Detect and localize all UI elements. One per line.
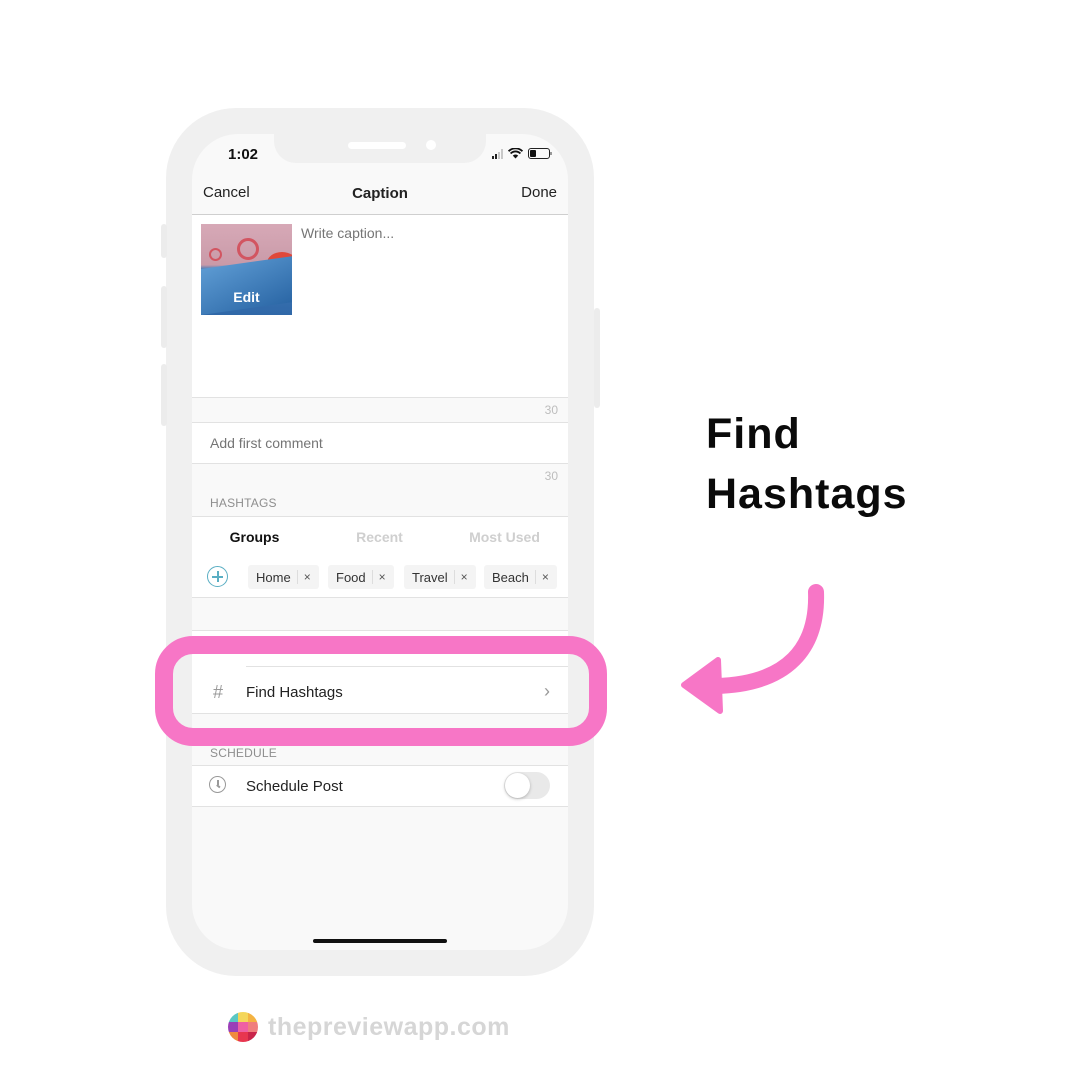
chip-label: Beach <box>492 569 529 585</box>
thumbnail-decor <box>237 238 259 260</box>
first-comment-input[interactable] <box>210 435 530 451</box>
caption-section: Edit <box>192 215 568 398</box>
brand-url[interactable]: thepreviewapp.com <box>268 1013 510 1042</box>
hashtag-group-chip[interactable]: Food × <box>328 565 394 589</box>
callout-title: Find Hashtags <box>706 404 908 524</box>
hashtag-group-chip[interactable]: Beach × <box>484 565 557 589</box>
chip-label: Home <box>256 569 291 585</box>
status-icons <box>492 148 552 159</box>
front-camera <box>426 140 436 150</box>
edit-thumbnail-label: Edit <box>233 289 260 305</box>
status-time: 1:02 <box>228 146 259 163</box>
hashtag-groups-row: Home × Food × Travel × Beach × <box>192 557 568 598</box>
callout-line-1: Find <box>706 410 801 458</box>
post-thumbnail[interactable]: Edit <box>201 224 292 315</box>
schedule-post-row: Schedule Post <box>192 765 568 807</box>
add-group-button[interactable] <box>207 566 228 587</box>
highlight-box <box>155 636 607 746</box>
remove-chip-icon[interactable]: × <box>304 570 311 584</box>
thumbnail-decor <box>209 248 222 261</box>
phone-power-button <box>594 308 600 408</box>
thumbnail-decor <box>201 256 292 315</box>
toggle-knob <box>505 773 530 798</box>
done-button[interactable]: Done <box>521 184 557 201</box>
tab-groups[interactable]: Groups <box>192 529 317 545</box>
remove-chip-icon[interactable]: × <box>461 570 468 584</box>
phone-screen: 1:02 Cancel Caption Done Edit 30 3 <box>192 134 568 950</box>
chip-label: Travel <box>412 569 448 585</box>
hashtags-section-label: HASHTAGS <box>210 496 277 510</box>
remove-chip-icon[interactable]: × <box>542 570 549 584</box>
hashtag-tabs: Groups Recent Most Used <box>192 516 568 558</box>
schedule-post-toggle[interactable] <box>504 772 550 799</box>
remove-chip-icon[interactable]: × <box>379 570 386 584</box>
hashtag-group-chip[interactable]: Home × <box>248 565 319 589</box>
callout-line-2: Hashtags <box>706 470 908 518</box>
notch <box>274 134 486 163</box>
comment-section <box>192 422 568 464</box>
caption-counter: 30 <box>544 403 558 417</box>
battery-icon <box>528 148 552 159</box>
wifi-icon <box>508 148 523 159</box>
comment-counter: 30 <box>544 469 558 483</box>
speaker <box>348 142 406 149</box>
schedule-post-label: Schedule Post <box>246 778 343 795</box>
tab-most-used[interactable]: Most Used <box>442 529 567 545</box>
chip-label: Food <box>336 569 366 585</box>
nav-bar: Cancel Caption Done <box>192 174 568 215</box>
curved-arrow-icon <box>681 584 825 714</box>
hashtag-group-chip[interactable]: Travel × <box>404 565 476 589</box>
signal-icon <box>492 148 503 159</box>
phone-volume-down-button <box>161 364 167 426</box>
schedule-section-label: SCHEDULE <box>210 746 277 760</box>
brand-logo-icon <box>228 1012 258 1042</box>
caption-input[interactable] <box>301 225 551 241</box>
tab-recent[interactable]: Recent <box>317 529 442 545</box>
page-title: Caption <box>352 185 408 202</box>
phone-volume-up-button <box>161 286 167 348</box>
home-indicator <box>313 939 447 943</box>
brand-footer: thepreviewapp.com <box>228 1012 510 1042</box>
phone-mute-button <box>161 224 167 258</box>
